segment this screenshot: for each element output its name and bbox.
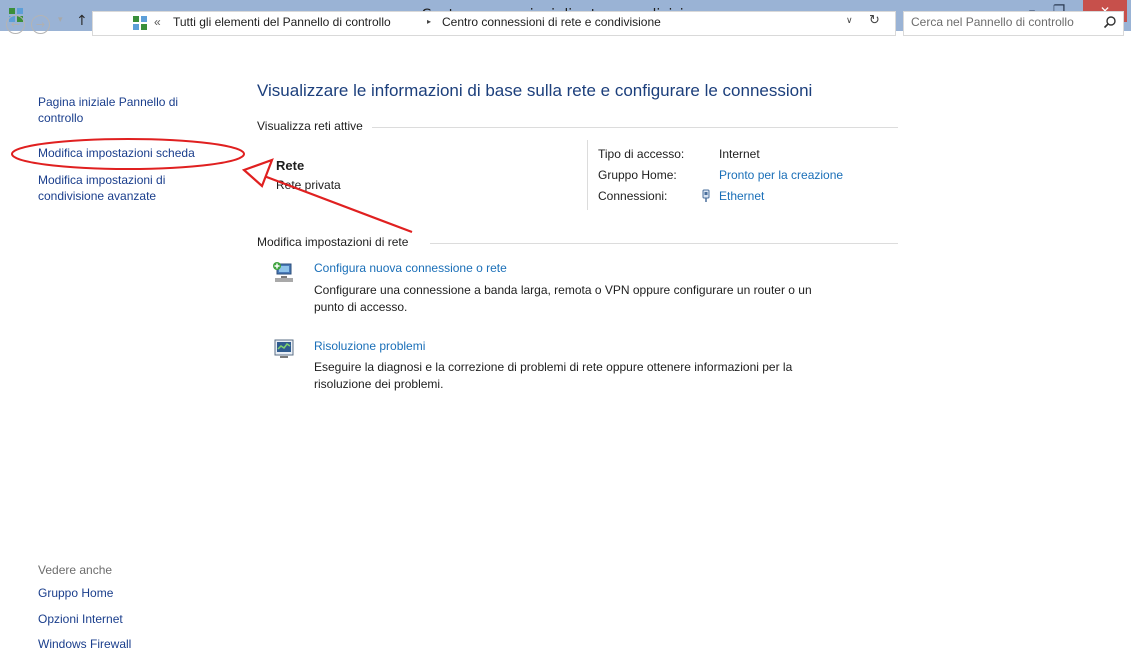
search-placeholder: Cerca nel Pannello di controllo bbox=[911, 15, 1074, 29]
troubleshoot-icon bbox=[274, 339, 294, 358]
access-type-label: Tipo di accesso: bbox=[598, 147, 685, 161]
setup-new-connection-description: Configurare una connessione a banda larg… bbox=[314, 282, 874, 316]
breadcrumb-overflow[interactable]: « bbox=[154, 15, 161, 29]
chevron-down-icon: ▾ bbox=[58, 15, 63, 25]
network-name: Rete bbox=[276, 158, 305, 173]
access-type-value: Internet bbox=[719, 147, 760, 161]
back-arrow-icon: ← bbox=[10, 18, 21, 31]
sidebar-link-advanced-sharing-settings[interactable]: Modifica impostazioni di condivisione av… bbox=[38, 172, 165, 204]
setup-new-connection-link[interactable]: Configura nuova connessione o rete bbox=[314, 261, 507, 275]
sidebar-link-line: Modifica impostazioni di bbox=[38, 173, 166, 187]
see-also-link-homegroup[interactable]: Gruppo Home bbox=[38, 586, 113, 600]
sidebar-link-control-panel-home[interactable]: Pagina iniziale Pannello di controllo bbox=[38, 94, 178, 126]
up-button[interactable]: ↑ bbox=[76, 13, 88, 29]
description-line: Configurare una connessione a banda larg… bbox=[314, 283, 812, 297]
navigation-bar bbox=[0, 31, 1131, 76]
see-also-heading: Vedere anche bbox=[38, 563, 113, 577]
description-line: Eseguire la diagnosi e la correzione di … bbox=[314, 360, 793, 374]
address-dropdown-icon[interactable]: ∨ bbox=[846, 16, 853, 26]
search-icon[interactable] bbox=[1103, 15, 1117, 29]
sidebar-link-change-adapter-settings[interactable]: Modifica impostazioni scheda bbox=[38, 145, 195, 161]
see-also-link-internet-options[interactable]: Opzioni Internet bbox=[38, 612, 123, 626]
heading-divider bbox=[430, 243, 898, 244]
up-arrow-icon: ↑ bbox=[76, 13, 88, 29]
forward-arrow-icon: → bbox=[35, 18, 46, 31]
sidebar-link-line: condivisione avanzate bbox=[38, 189, 157, 203]
back-button[interactable]: ← bbox=[6, 15, 25, 34]
sidebar-link-line: Pagina iniziale Pannello di bbox=[38, 95, 179, 109]
network-divider bbox=[587, 140, 588, 210]
recent-locations-button[interactable]: ▾ bbox=[58, 15, 63, 25]
ethernet-icon[interactable] bbox=[700, 189, 712, 203]
control-panel-icon bbox=[133, 16, 147, 30]
description-line: risoluzione dei problemi. bbox=[314, 377, 444, 391]
annotation-arrow-head bbox=[241, 158, 274, 188]
breadcrumb-network-center[interactable]: Centro connessioni di rete e condivision… bbox=[442, 15, 661, 29]
troubleshoot-link[interactable]: Risoluzione problemi bbox=[314, 339, 425, 353]
homegroup-link[interactable]: Pronto per la creazione bbox=[719, 168, 843, 182]
connections-label: Connessioni: bbox=[598, 189, 668, 203]
change-network-settings-heading: Modifica impostazioni di rete bbox=[257, 235, 409, 249]
see-also-link-windows-firewall[interactable]: Windows Firewall bbox=[38, 637, 131, 651]
network-category: Rete privata bbox=[276, 178, 341, 192]
heading-divider bbox=[372, 127, 898, 128]
description-line: punto di accesso. bbox=[314, 300, 408, 314]
refresh-icon[interactable]: ↻ bbox=[869, 13, 880, 28]
breadcrumb-all-items[interactable]: Tutti gli elementi del Pannello di contr… bbox=[173, 15, 391, 29]
ethernet-connection-link[interactable]: Ethernet bbox=[719, 189, 764, 203]
new-connection-icon bbox=[273, 262, 293, 282]
troubleshoot-description: Eseguire la diagnosi e la correzione di … bbox=[314, 359, 874, 393]
page-title: Visualizzare le informazioni di base sul… bbox=[257, 81, 813, 100]
sidebar-link-line: controllo bbox=[38, 111, 84, 125]
forward-button[interactable]: → bbox=[31, 15, 50, 34]
breadcrumb-separator-icon[interactable]: ▸ bbox=[427, 17, 431, 26]
active-networks-heading: Visualizza reti attive bbox=[257, 119, 363, 133]
homegroup-label: Gruppo Home: bbox=[598, 168, 677, 182]
